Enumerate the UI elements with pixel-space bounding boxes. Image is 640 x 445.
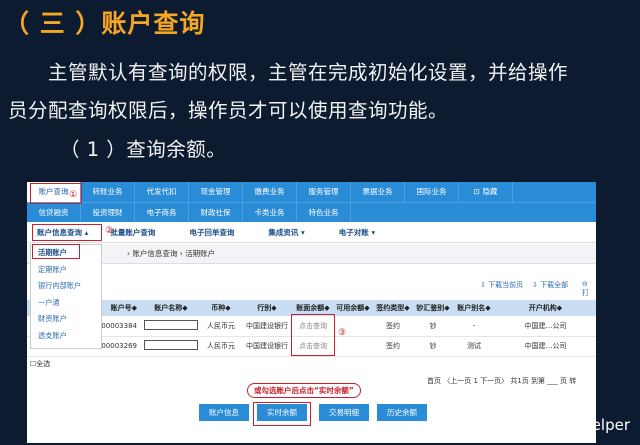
subnav-receipt[interactable]: 电子回单查询 xyxy=(189,227,234,238)
step-3-marker: ③ xyxy=(338,328,347,338)
bank-screenshot: 账户查询 转账业务 代发代扣 现金管理 缴费业务 服务管理 票据业务 国际业务 … xyxy=(27,182,596,443)
nav-payment[interactable]: 缴费业务 xyxy=(243,182,297,202)
dropdown-treasury[interactable]: 财资账户 xyxy=(31,311,101,328)
dropdown-fixed[interactable]: 定期账户 xyxy=(31,262,101,279)
account-type-dropdown: 活期账户 定期账户 银行内部账户 一户通 财资账户 透支账户 xyxy=(30,244,102,349)
dropdown-one-account[interactable]: 一户通 xyxy=(31,295,101,312)
account-info-button[interactable]: 账户信息 xyxy=(199,404,249,421)
subnav-batch-query[interactable]: 批量账户查询 xyxy=(110,227,155,238)
subnav-info[interactable]: 集成资讯 ▾ xyxy=(268,227,304,238)
nav-international[interactable]: 国际业务 xyxy=(405,182,459,202)
nav-bills[interactable]: 票据业务 xyxy=(351,182,405,202)
nav-ecommerce[interactable]: 电子商务 xyxy=(135,203,189,222)
paragraph-line-3: （ 1 ）查询余额。 xyxy=(60,138,227,161)
transaction-detail-button[interactable]: 交易明细 xyxy=(319,404,369,421)
nav-service[interactable]: 服务管理 xyxy=(297,182,351,202)
breadcrumb: › 账户信息查询 › 活期账户 xyxy=(27,244,596,264)
dropdown-internal[interactable]: 银行内部账户 xyxy=(31,278,101,295)
download-current-link[interactable]: ⇩ 下载当前页 xyxy=(480,280,523,290)
nav-payroll[interactable]: 代发代扣 xyxy=(135,182,189,202)
instruction-callout: 或勾选账户后点击“实时余额” xyxy=(247,383,361,398)
redacted-name xyxy=(144,340,198,350)
nav-credit[interactable]: 信贷融资 xyxy=(27,203,81,222)
nav-special[interactable]: 特色业务 xyxy=(297,203,351,222)
nav-social[interactable]: 财政社保 xyxy=(189,203,243,222)
select-all[interactable]: ☐全选 xyxy=(30,359,50,369)
main-nav-row-1: 账户查询 转账业务 代发代扣 现金管理 缴费业务 服务管理 票据业务 国际业务 … xyxy=(27,182,596,202)
main-nav-row-2: 信贷融资 投资理财 电子商务 财政社保 卡类业务 特色业务 xyxy=(27,202,596,222)
pagination[interactable]: 首页 〈上一页 1 下一页〉 共1页 到第 ___ 页 转 xyxy=(427,376,576,386)
nav-investment[interactable]: 投资理财 xyxy=(81,203,135,222)
subnav-reconcile[interactable]: 电子对账 ▾ xyxy=(339,227,375,238)
step-2-marker: ② xyxy=(105,226,114,236)
step-1-marker: ① xyxy=(69,190,78,200)
dropdown-overdraft[interactable]: 透支账户 xyxy=(31,328,101,345)
nav-hide[interactable]: ⊡ 隐藏 xyxy=(459,182,513,202)
print-link[interactable]: ⊖ 打 xyxy=(582,280,596,298)
nav-cash-mgmt[interactable]: 现金管理 xyxy=(189,182,243,202)
history-balance-button[interactable]: 历史余额 xyxy=(377,404,427,421)
watermark: 头条 @会计Helper xyxy=(500,416,630,434)
download-all-link[interactable]: ⇩ 下载全部 xyxy=(532,280,568,290)
slide-title: （ 三 ）账户查询 xyxy=(4,9,206,38)
nav-transfer[interactable]: 转账业务 xyxy=(81,182,135,202)
redacted-name xyxy=(144,319,198,330)
paragraph-line-2: 员分配查询权限后，操作员才可以使用查询功能。 xyxy=(8,99,449,122)
paragraph-line-1: 主管默认有查询的权限，主管在完成初始化设置，并给操作 xyxy=(48,61,569,84)
nav-cards[interactable]: 卡类业务 xyxy=(243,203,297,222)
